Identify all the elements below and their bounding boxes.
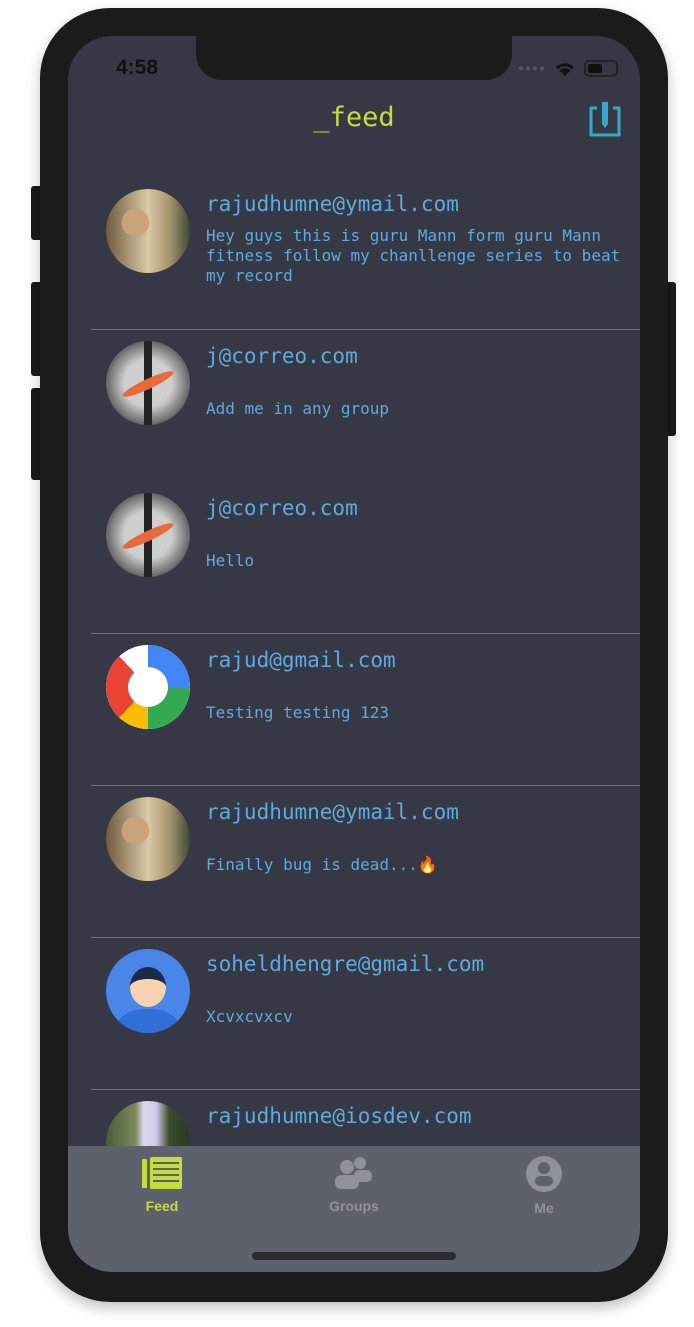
battery-icon: [584, 60, 618, 77]
post-message: Hello: [206, 551, 255, 570]
home-indicator[interactable]: [252, 1252, 456, 1260]
post-author-email[interactable]: rajud@gmail.com: [206, 648, 396, 672]
post-author-email[interactable]: j@correo.com: [206, 344, 358, 368]
feed-item[interactable]: j@correo.com Add me in any group: [68, 330, 640, 482]
feed-item[interactable]: j@correo.com Hello: [68, 482, 640, 634]
post-message: Xcvxcvxcv: [206, 1007, 293, 1026]
avatar[interactable]: [106, 949, 190, 1033]
post-author-email[interactable]: rajudhumne@iosdev.com: [206, 1104, 472, 1128]
feed-item[interactable]: soheldhengre@gmail.com Xcvxcvxcv: [68, 938, 640, 1090]
profile-icon: [526, 1156, 562, 1192]
tab-groups[interactable]: Groups: [294, 1156, 414, 1214]
avatar[interactable]: [106, 797, 190, 881]
post-author-email[interactable]: rajudhumne@ymail.com: [206, 800, 459, 824]
signal-icon: ●●●●: [517, 63, 546, 74]
page-title: _feed: [313, 102, 395, 133]
feed-item[interactable]: rajudhumne@ymail.com Finally bug is dead…: [68, 786, 640, 938]
post-message: Hey guys this is guru Mann form guru Man…: [206, 226, 621, 285]
feed-item[interactable]: rajudhumne@ymail.com Hey guys this is gu…: [68, 178, 640, 330]
post-author-email[interactable]: soheldhengre@gmail.com: [206, 952, 484, 976]
post-message: Finally bug is dead...🔥: [206, 855, 438, 874]
tab-label: Me: [534, 1200, 554, 1216]
groups-icon: [335, 1157, 372, 1189]
feed-icon: [142, 1157, 182, 1189]
feed-item[interactable]: rajud@gmail.com Testing testing 123: [68, 634, 640, 786]
screen: 4:58 ●●●● _feed rajudhumne@ymail.com Hey…: [68, 36, 640, 1272]
post-author-email[interactable]: j@correo.com: [206, 496, 358, 520]
tab-me[interactable]: Me: [484, 1156, 604, 1216]
compose-icon[interactable]: [588, 100, 622, 138]
tab-feed[interactable]: Feed: [102, 1156, 222, 1214]
avatar[interactable]: [106, 493, 190, 577]
tab-label: Feed: [145, 1198, 179, 1214]
tab-label: Groups: [329, 1198, 379, 1214]
post-message: Add me in any group: [206, 399, 390, 418]
post-message: Testing testing 123: [206, 703, 390, 722]
status-icons: ●●●●: [518, 60, 618, 77]
notch: [196, 36, 512, 80]
wifi-icon: [556, 62, 574, 76]
avatar[interactable]: [106, 189, 190, 273]
avatar[interactable]: [106, 645, 190, 729]
post-author-email[interactable]: rajudhumne@ymail.com: [206, 192, 459, 216]
status-time: 4:58: [116, 56, 159, 79]
avatar[interactable]: [106, 341, 190, 425]
